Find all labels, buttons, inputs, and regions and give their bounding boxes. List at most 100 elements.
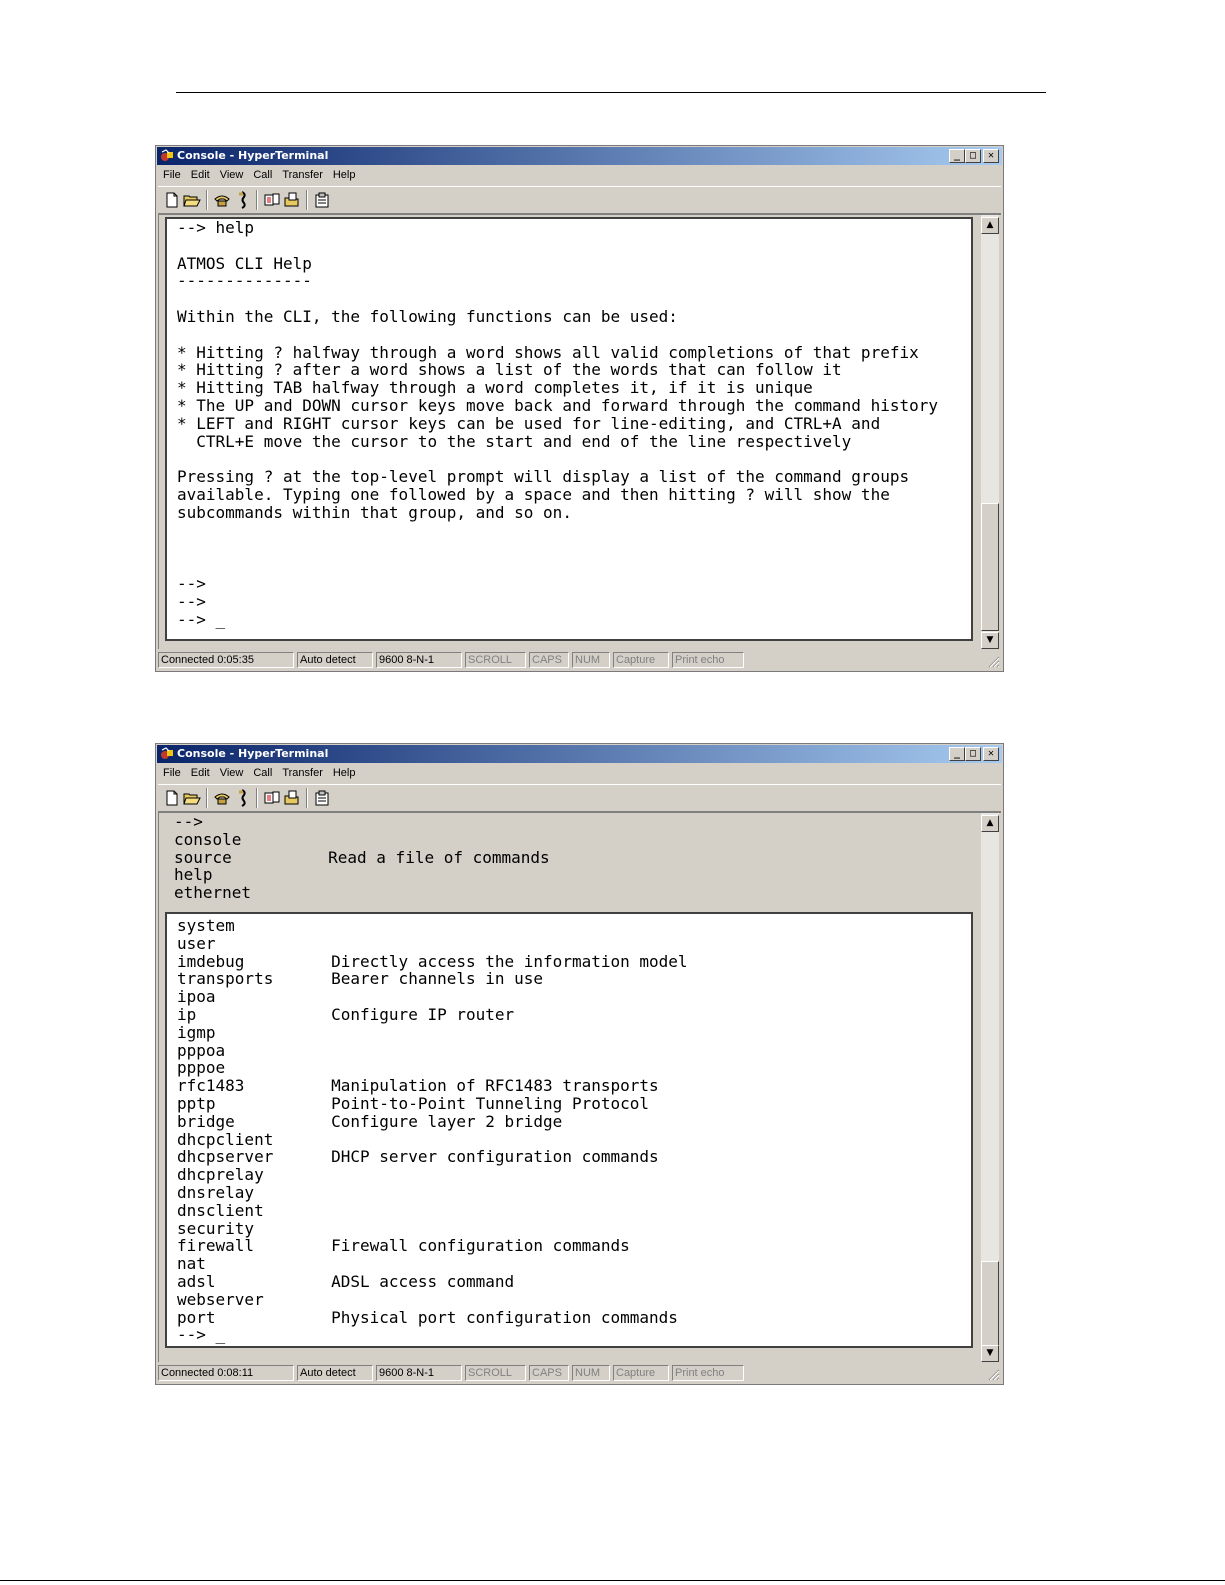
toolbar (158, 186, 1001, 214)
terminal-line: console (174, 829, 242, 849)
terminal-line: pppoe (177, 1058, 226, 1078)
minimize-button[interactable]: _ (949, 747, 965, 761)
status-detect: Auto detect (297, 652, 373, 668)
terminal-line: dnsrelay (177, 1183, 255, 1202)
properties-icon[interactable] (312, 788, 332, 808)
terminal-line: dhcpclient (177, 1129, 274, 1149)
receive-icon[interactable] (282, 788, 302, 808)
toolbar-separator (256, 190, 258, 210)
toolbar-separator (206, 788, 208, 808)
terminal-line: --> (177, 574, 206, 593)
status-print-echo: Print echo (672, 652, 744, 668)
terminal-line: rfc1483 Manipulation of RFC1483 transpor… (177, 1076, 659, 1096)
hyperterminal-window-2: Console - HyperTerminal _ □ ✕ File Edit Vi… (155, 743, 1004, 1385)
terminal-line: CTRL+E move the cursor to the start and … (177, 431, 852, 451)
status-caps: CAPS (529, 1365, 569, 1381)
scroll-down-button[interactable]: ▼ (981, 632, 999, 649)
phone-connect-icon[interactable] (212, 190, 232, 210)
resize-grip-icon[interactable] (987, 655, 1000, 668)
terminal-line: --> (174, 812, 203, 831)
terminal-line: nat (177, 1254, 206, 1274)
status-num: NUM (572, 1365, 610, 1381)
terminal-line: imdebug Directly access the information … (177, 951, 688, 971)
new-document-icon[interactable] (162, 190, 182, 210)
menu-view[interactable]: View (215, 166, 249, 185)
scroll-thumb[interactable] (981, 503, 999, 631)
open-folder-icon[interactable] (182, 788, 202, 808)
status-scroll: SCROLL (465, 1365, 526, 1381)
maximize-button[interactable]: □ (965, 149, 981, 163)
phone-disconnect-icon[interactable] (232, 788, 252, 808)
status-scroll: SCROLL (465, 652, 526, 668)
page-header-rule (176, 92, 1046, 93)
status-settings: 9600 8-N-1 (376, 1365, 462, 1381)
menu-view[interactable]: View (215, 764, 249, 783)
scroll-up-button[interactable]: ▲ (981, 815, 999, 832)
menu-transfer[interactable]: Transfer (277, 764, 328, 783)
terminal-line: pptp Point-to-Point Tunneling Protocol (177, 1094, 650, 1113)
terminal-screen[interactable]: system user imdebug Directly access the in… (165, 912, 973, 1348)
terminal-line: * Hitting ? after a word shows a list of… (177, 360, 842, 380)
send-icon[interactable] (262, 190, 282, 210)
status-num: NUM (572, 652, 610, 668)
status-bar: Connected 0:08:11 Auto detect 9600 8-N-1… (158, 1364, 1001, 1382)
open-folder-icon[interactable] (182, 190, 202, 210)
properties-icon[interactable] (312, 190, 332, 210)
title-bar[interactable]: Console - HyperTerminal _ □ ✕ (157, 147, 1002, 165)
toolbar (158, 784, 1001, 812)
scroll-thumb[interactable] (981, 1261, 999, 1349)
menu-file[interactable]: File (158, 166, 186, 185)
status-capture: Capture (613, 1365, 669, 1381)
menu-edit[interactable]: Edit (186, 764, 215, 783)
hyperterminal-window-1: Console - HyperTerminal _ □ ✕ File Edit Vi… (155, 145, 1004, 672)
phone-disconnect-icon[interactable] (232, 190, 252, 210)
send-icon[interactable] (262, 788, 282, 808)
status-bar: Connected 0:05:35 Auto detect 9600 8-N-1… (158, 651, 1001, 669)
terminal-line: available. Typing one followed by a spac… (177, 485, 890, 504)
terminal-line: port Physical port configuration command… (177, 1307, 678, 1327)
menu-transfer[interactable]: Transfer (277, 166, 328, 185)
maximize-button[interactable]: □ (965, 747, 981, 761)
resize-grip-icon[interactable] (987, 1368, 1000, 1381)
minimize-button[interactable]: _ (949, 149, 965, 163)
title-bar[interactable]: Console - HyperTerminal _ □ ✕ (157, 745, 1002, 763)
terminal-line: --> _ (177, 1325, 226, 1345)
toolbar-separator (206, 190, 208, 210)
status-connected: Connected 0:08:11 (158, 1365, 294, 1381)
terminal-line: --> _ (177, 609, 226, 629)
scroll-up-button[interactable]: ▲ (981, 217, 999, 234)
terminal-line: user (177, 933, 216, 953)
close-button[interactable]: ✕ (983, 747, 999, 761)
scroll-down-button[interactable]: ▼ (981, 1345, 999, 1362)
vertical-scrollbar[interactable]: ▲ ▼ (981, 813, 999, 1362)
terminal-line: ethernet (174, 883, 252, 903)
terminal-line: * LEFT and RIGHT cursor keys can be used… (177, 413, 881, 433)
terminal-line: source Read a file of commands (174, 847, 550, 867)
toolbar-separator (256, 788, 258, 808)
menu-edit[interactable]: Edit (186, 166, 215, 185)
terminal-line: ip Configure IP router (177, 1005, 515, 1024)
close-button[interactable]: ✕ (983, 149, 999, 163)
terminal-line: adsl ADSL access command (177, 1272, 515, 1291)
menu-call[interactable]: Call (248, 166, 277, 185)
status-print-echo: Print echo (672, 1365, 744, 1381)
phone-connect-icon[interactable] (212, 788, 232, 808)
terminal-line: dhcpserver DHCP server configuration com… (177, 1147, 659, 1167)
terminal-screen[interactable]: --> help ATMOS CLI Help -------------- With… (165, 217, 973, 641)
terminal-line: security (177, 1218, 255, 1238)
window-title: Console - HyperTerminal (177, 149, 329, 162)
window-title: Console - HyperTerminal (177, 747, 329, 760)
terminal-line: firewall Firewall configuration commands (177, 1236, 630, 1256)
status-caps: CAPS (529, 652, 569, 668)
status-settings: 9600 8-N-1 (376, 652, 462, 668)
vertical-scrollbar[interactable]: ▲ ▼ (981, 215, 999, 649)
terminal-line: igmp (177, 1022, 216, 1042)
terminal-line: * The UP and DOWN cursor keys move back … (177, 396, 938, 415)
status-connected: Connected 0:05:35 (158, 652, 294, 668)
new-document-icon[interactable] (162, 788, 182, 808)
receive-icon[interactable] (282, 190, 302, 210)
menu-help[interactable]: Help (328, 764, 361, 783)
menu-help[interactable]: Help (328, 166, 361, 185)
menu-file[interactable]: File (158, 764, 186, 783)
menu-call[interactable]: Call (248, 764, 277, 783)
